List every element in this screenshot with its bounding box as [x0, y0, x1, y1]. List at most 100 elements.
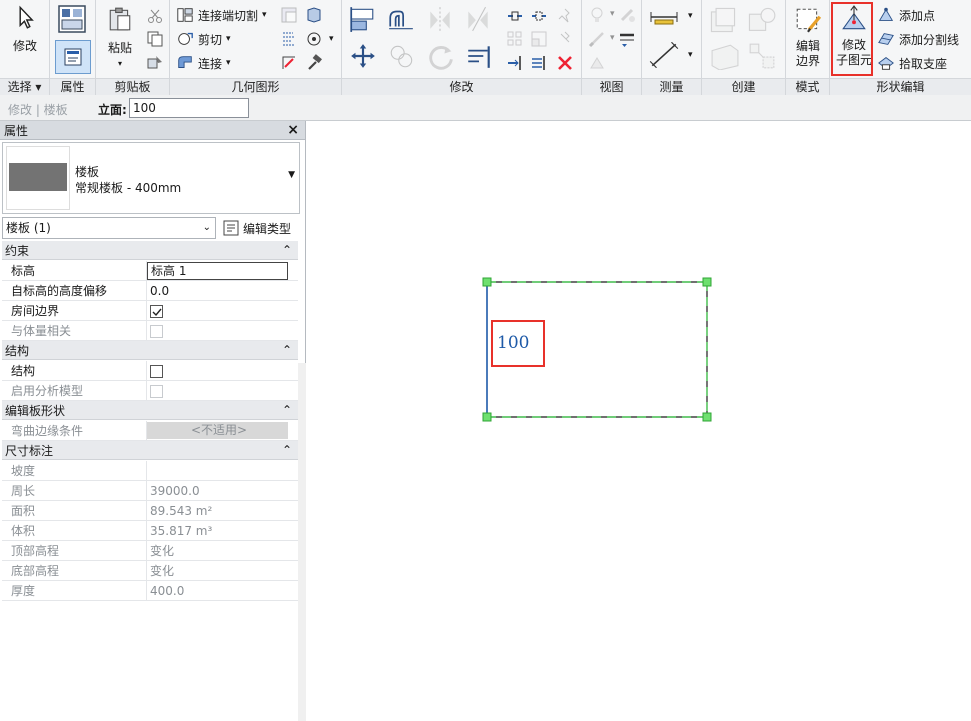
join-cut-dropdown-icon[interactable]: ▾ [262, 10, 267, 20]
pick-support-button[interactable]: 拾取支座 [877, 52, 947, 74]
edge-elevation-label[interactable]: 100 [497, 333, 529, 353]
edit-boundary-button[interactable]: 编辑 边界 [788, 5, 828, 69]
split-element-icon[interactable] [506, 7, 524, 25]
collapse-icon: ⌃ [281, 243, 292, 257]
edit-type-button[interactable]: 编辑类型 [222, 217, 291, 239]
view-panel-label: 视图 [582, 78, 641, 95]
add-split-line-button[interactable]: 添加分割线 [877, 28, 959, 50]
curved-edge-value: <不适用> [147, 422, 288, 439]
rotate-icon[interactable] [426, 42, 456, 72]
paste-dropdown-icon[interactable]: ▾ [102, 56, 138, 71]
mirror-draw-icon[interactable] [464, 5, 492, 33]
create-group-icon[interactable] [748, 42, 776, 70]
group-structure[interactable]: 结构 ⌃ [2, 341, 298, 360]
properties-close-button[interactable]: × [287, 122, 299, 138]
beam-cut-icon[interactable] [280, 30, 298, 48]
perimeter-key: 周长 [2, 480, 147, 501]
match-properties-icon[interactable] [146, 53, 164, 71]
aligned-dimension-icon[interactable] [648, 42, 680, 68]
isolate-icon[interactable] [588, 54, 606, 72]
row-top-elevation: 顶部高程 变化 [2, 540, 298, 561]
join-dropdown-icon[interactable]: ▾ [226, 58, 231, 68]
cut-button[interactable]: 剪切 ▾ [176, 28, 231, 50]
override-graphics-icon[interactable] [618, 6, 636, 24]
add-point-button[interactable]: 添加点 [877, 4, 935, 26]
graphics-display-icon[interactable] [618, 30, 636, 48]
create-similar-icon[interactable] [708, 42, 742, 70]
trim-single-icon[interactable] [506, 54, 524, 72]
delete-icon[interactable] [556, 54, 574, 72]
add-point-label: 添加点 [899, 8, 936, 23]
group-edit-slab-shape[interactable]: 编辑板形状 ⌃ [2, 401, 298, 420]
move-icon[interactable] [348, 42, 378, 70]
wall-profile-dropdown-icon[interactable]: ▾ [329, 34, 334, 44]
row-thickness: 厚度 400.0 [2, 580, 298, 601]
room-bounding-checkbox[interactable] [150, 304, 163, 318]
join-button[interactable]: 连接 ▾ [176, 52, 231, 74]
vertex-handle-bottom-left[interactable] [482, 412, 492, 422]
geometry-panel-label: 几何图形 [170, 78, 341, 95]
type-properties-icon[interactable] [56, 4, 88, 34]
linework-dropdown-icon[interactable]: ▾ [610, 33, 615, 43]
dimension-dropdown-icon[interactable]: ▾ [688, 50, 693, 60]
create-parts-icon[interactable] [708, 5, 738, 35]
bottom-elevation-key: 底部高程 [2, 560, 147, 581]
pin-icon[interactable] [556, 7, 574, 25]
vertex-handle-top-left[interactable] [482, 277, 492, 287]
array-icon[interactable] [506, 30, 524, 48]
group-dimensions[interactable]: 尺寸标注 ⌃ [2, 441, 298, 460]
elevation-input[interactable]: 100 [129, 98, 249, 118]
level-value[interactable]: 标高 1 [147, 261, 288, 280]
row-offset: 自标高的高度偏移 0.0 [2, 280, 298, 301]
linework-icon[interactable] [588, 30, 606, 48]
paste-button[interactable]: 粘贴 ▾ [102, 5, 138, 71]
measure-distance-icon[interactable] [648, 8, 680, 26]
properties-palette-icon [64, 48, 82, 66]
trim-extend-icon[interactable] [464, 42, 494, 70]
mode-panel-label: 模式 [786, 78, 829, 95]
structural-checkbox[interactable] [150, 364, 163, 378]
hide-dropdown-icon[interactable]: ▾ [610, 9, 615, 19]
area-key: 面积 [2, 500, 147, 521]
measure-dropdown-icon[interactable]: ▾ [688, 11, 693, 21]
select-panel-label[interactable]: 选择 ▾ [0, 78, 49, 95]
clipboard-panel-label: 剪贴板 [96, 78, 169, 95]
cut-dropdown-icon[interactable]: ▾ [226, 34, 231, 44]
align-icon[interactable] [348, 5, 376, 33]
drawing-canvas[interactable]: 100 [307, 121, 971, 601]
ribbon: 修改 选择 ▾ 属性 粘贴 ▾ 剪贴板 连接端切割 ▾ 剪切 ▾ 连接 ▾ ▾ … [0, 0, 971, 95]
vertex-handle-bottom-right[interactable] [702, 412, 712, 422]
properties-scrollbar[interactable] [298, 363, 306, 721]
offset-icon[interactable] [386, 5, 416, 33]
slope-value [147, 461, 298, 481]
copy-element-icon[interactable] [388, 42, 416, 70]
paint-icon[interactable] [280, 54, 298, 72]
hide-element-icon[interactable] [588, 6, 606, 24]
scale-icon[interactable] [530, 30, 548, 48]
modify-tool-label: 修改 [12, 39, 37, 53]
split-gap-icon[interactable] [530, 7, 548, 25]
edit-type-label: 编辑类型 [243, 221, 292, 236]
modify-tool-button[interactable]: 修改 [4, 5, 46, 54]
group-constraints[interactable]: 约束 ⌃ [2, 241, 298, 260]
properties-toggle-button[interactable] [55, 40, 91, 74]
demolish-hammer-icon[interactable] [305, 54, 323, 72]
trim-multiple-icon[interactable] [530, 54, 548, 72]
split-face-icon[interactable] [305, 6, 323, 24]
copy-icon[interactable] [146, 30, 164, 48]
mirror-axis-icon[interactable] [426, 5, 454, 33]
row-bottom-elevation: 底部高程 变化 [2, 560, 298, 581]
wall-profile-icon[interactable] [305, 30, 323, 48]
vertex-handle-top-right[interactable] [702, 277, 712, 287]
volume-key: 体积 [2, 520, 147, 541]
wall-joins-icon[interactable] [280, 6, 298, 24]
instance-selector[interactable]: 楼板 (1) ⌄ [2, 217, 216, 239]
panel-create: 创建 [702, 0, 786, 95]
cut-scissors-icon[interactable] [146, 7, 164, 25]
join-cut-button[interactable]: 连接端切割 ▾ [176, 4, 267, 26]
offset-value[interactable]: 0.0 [147, 281, 298, 301]
create-assembly-icon[interactable] [746, 5, 776, 35]
unpin-icon[interactable] [556, 30, 574, 48]
type-dropdown-icon[interactable]: ▼ [288, 170, 295, 180]
type-selector-preview[interactable]: 楼板 常规楼板 - 400mm ▼ [2, 142, 300, 214]
